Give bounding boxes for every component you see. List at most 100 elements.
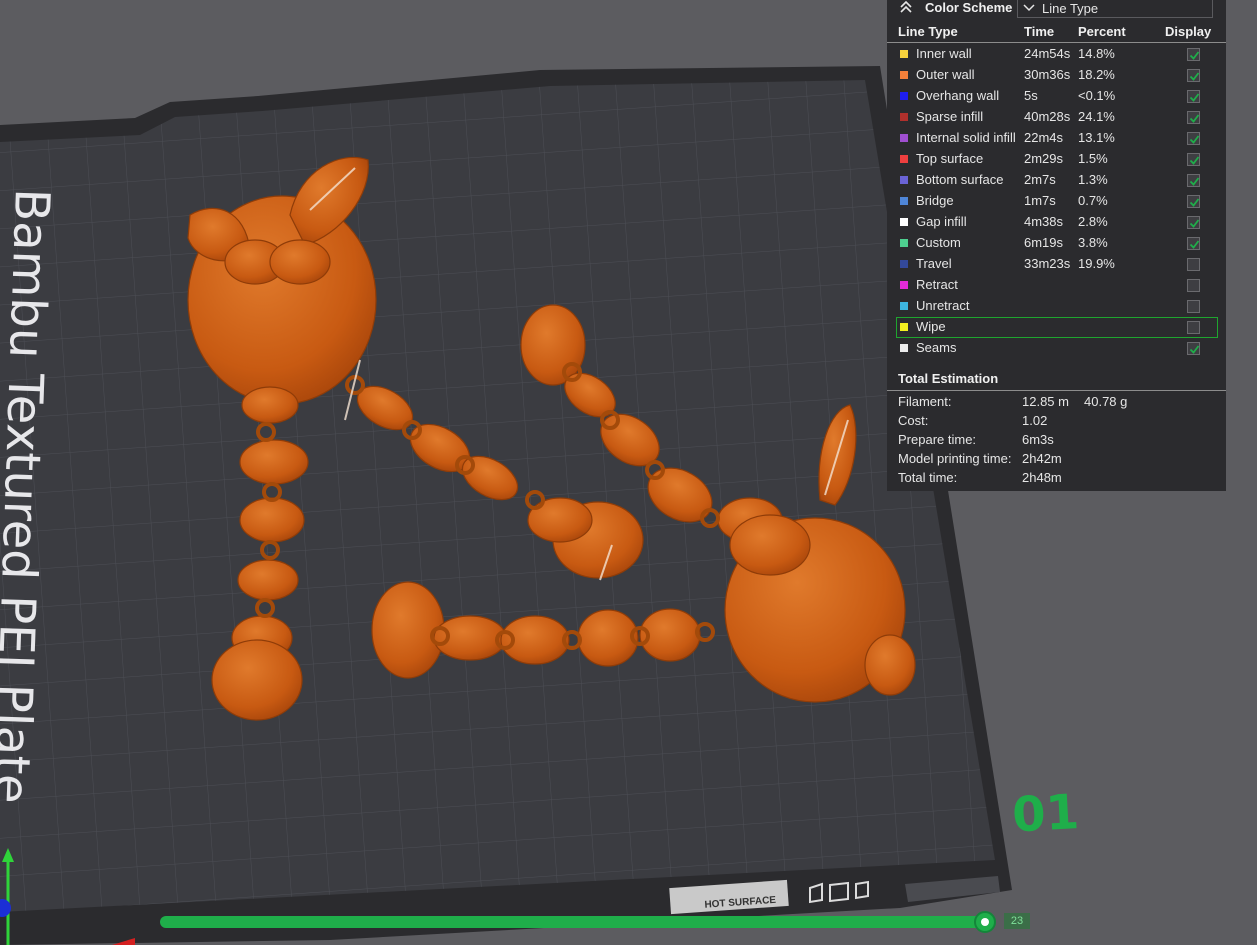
display-checkbox[interactable] [1187,174,1200,187]
estimation-row: Model printing time: 2h42m [887,451,1226,470]
legend-row[interactable]: Bridge 1m7s 0.7% [887,191,1226,212]
line-type-name: Internal solid infill [916,130,1016,145]
display-checkbox[interactable] [1187,300,1200,313]
legend-row[interactable]: Bottom surface 2m7s 1.3% [887,170,1226,191]
line-type-name: Sparse infill [916,109,984,124]
color-swatch [900,92,908,100]
color-swatch [900,260,908,268]
legend-row[interactable]: Custom 6m19s 3.8% [887,233,1226,254]
line-type-percent: 14.8% [1078,46,1115,61]
legend-row[interactable]: Gap infill 4m38s 2.8% [887,212,1226,233]
legend-row[interactable]: Retract [887,275,1226,296]
display-checkbox[interactable] [1187,237,1200,250]
line-type-name: Travel [916,256,952,271]
check-icon [1189,345,1200,354]
estimation-value: 2h42m [1022,451,1062,466]
display-checkbox[interactable] [1187,258,1200,271]
check-icon [1189,114,1200,123]
line-type-time: 24m54s [1024,46,1071,61]
color-swatch [900,323,908,331]
color-swatch [900,176,908,184]
estimation-row: Total time: 2h48m [887,470,1226,489]
legend-row[interactable]: Travel 33m23s 19.9% [887,254,1226,275]
display-checkbox[interactable] [1187,195,1200,208]
color-scheme-dropdown[interactable]: Line Type [1017,0,1213,18]
line-type-name: Unretract [916,298,970,313]
header-percent: Percent [1078,24,1126,39]
estimation-value: 6m3s [1022,432,1054,447]
line-type-time: 1m7s [1024,193,1056,208]
line-type-percent: 3.8% [1078,235,1108,250]
total-estimation-title: Total Estimation [898,371,999,386]
check-icon [1189,93,1200,102]
line-type-name: Inner wall [916,46,972,61]
line-type-name: Bottom surface [916,172,1004,187]
display-checkbox[interactable] [1187,321,1200,334]
line-type-name: Wipe [916,319,946,334]
color-swatch [900,50,908,58]
legend-row[interactable]: Seams [887,338,1226,359]
legend-row[interactable]: Wipe [896,317,1218,338]
line-type-percent: 19.9% [1078,256,1115,271]
line-type-name: Retract [916,277,958,292]
legend-row[interactable]: Unretract [887,296,1226,317]
legend-row[interactable]: Top surface 2m29s 1.5% [887,149,1226,170]
display-checkbox[interactable] [1187,216,1200,229]
color-swatch [900,113,908,121]
check-icon [1189,135,1200,144]
line-type-percent: 13.1% [1078,130,1115,145]
display-checkbox[interactable] [1187,132,1200,145]
estimation-label: Total time: [898,470,958,485]
line-type-percent: 24.1% [1078,109,1115,124]
line-type-name: Bridge [916,193,954,208]
divider [887,390,1226,391]
display-checkbox[interactable] [1187,279,1200,292]
estimation-value-secondary: 40.78 g [1084,394,1128,409]
color-scheme-row: Color Scheme Line Type [887,0,1226,20]
estimation-value: 2h48m [1022,470,1062,485]
display-checkbox[interactable] [1187,153,1200,166]
color-swatch [900,71,908,79]
color-scheme-label: Color Scheme [925,0,1013,15]
legend-row[interactable]: Outer wall 30m36s 18.2% [887,65,1226,86]
header-time: Time [1024,24,1055,39]
collapse-chevron-icon[interactable] [899,1,913,13]
line-type-name: Gap infill [916,214,967,229]
color-scheme-value: Line Type [1042,1,1099,16]
estimation-label: Cost: [898,413,929,428]
check-icon [1189,177,1200,186]
line-type-time: 2m29s [1024,151,1064,166]
color-swatch [900,134,908,142]
layer-slider-thumb[interactable] [974,911,996,933]
chevron-down-icon [1023,4,1035,12]
layer-slider[interactable]: 23 [160,911,1034,934]
line-type-name: Top surface [916,151,984,166]
check-icon [1189,51,1200,60]
legend-row[interactable]: Inner wall 24m54s 14.8% [887,44,1226,65]
estimation-label: Prepare time: [898,432,977,447]
line-type-name: Seams [916,340,957,355]
header-line-type: Line Type [898,24,958,39]
line-type-time: 5s [1024,88,1038,103]
line-type-percent: 18.2% [1078,67,1115,82]
plate-number: 01 [1011,784,1081,843]
estimation-row: Prepare time: 6m3s [887,432,1226,451]
legend-row[interactable]: Sparse infill 40m28s 24.1% [887,107,1226,128]
display-checkbox[interactable] [1187,69,1200,82]
layer-slider-value: 23 [1004,913,1030,929]
layer-slider-track[interactable] [160,916,990,928]
line-type-percent: <0.1% [1078,88,1116,103]
display-checkbox[interactable] [1187,90,1200,103]
line-type-time: 6m19s [1024,235,1064,250]
display-checkbox[interactable] [1187,48,1200,61]
color-swatch [900,197,908,205]
line-type-time: 40m28s [1024,109,1071,124]
display-checkbox[interactable] [1187,111,1200,124]
legend-row[interactable]: Internal solid infill 22m4s 13.1% [887,128,1226,149]
display-checkbox[interactable] [1187,342,1200,355]
estimation-row: Filament: 12.85 m 40.78 g [887,394,1226,413]
header-display: Display [1165,24,1212,39]
legend-row[interactable]: Overhang wall 5s <0.1% [887,86,1226,107]
color-swatch [900,218,908,226]
check-icon [1189,219,1200,228]
